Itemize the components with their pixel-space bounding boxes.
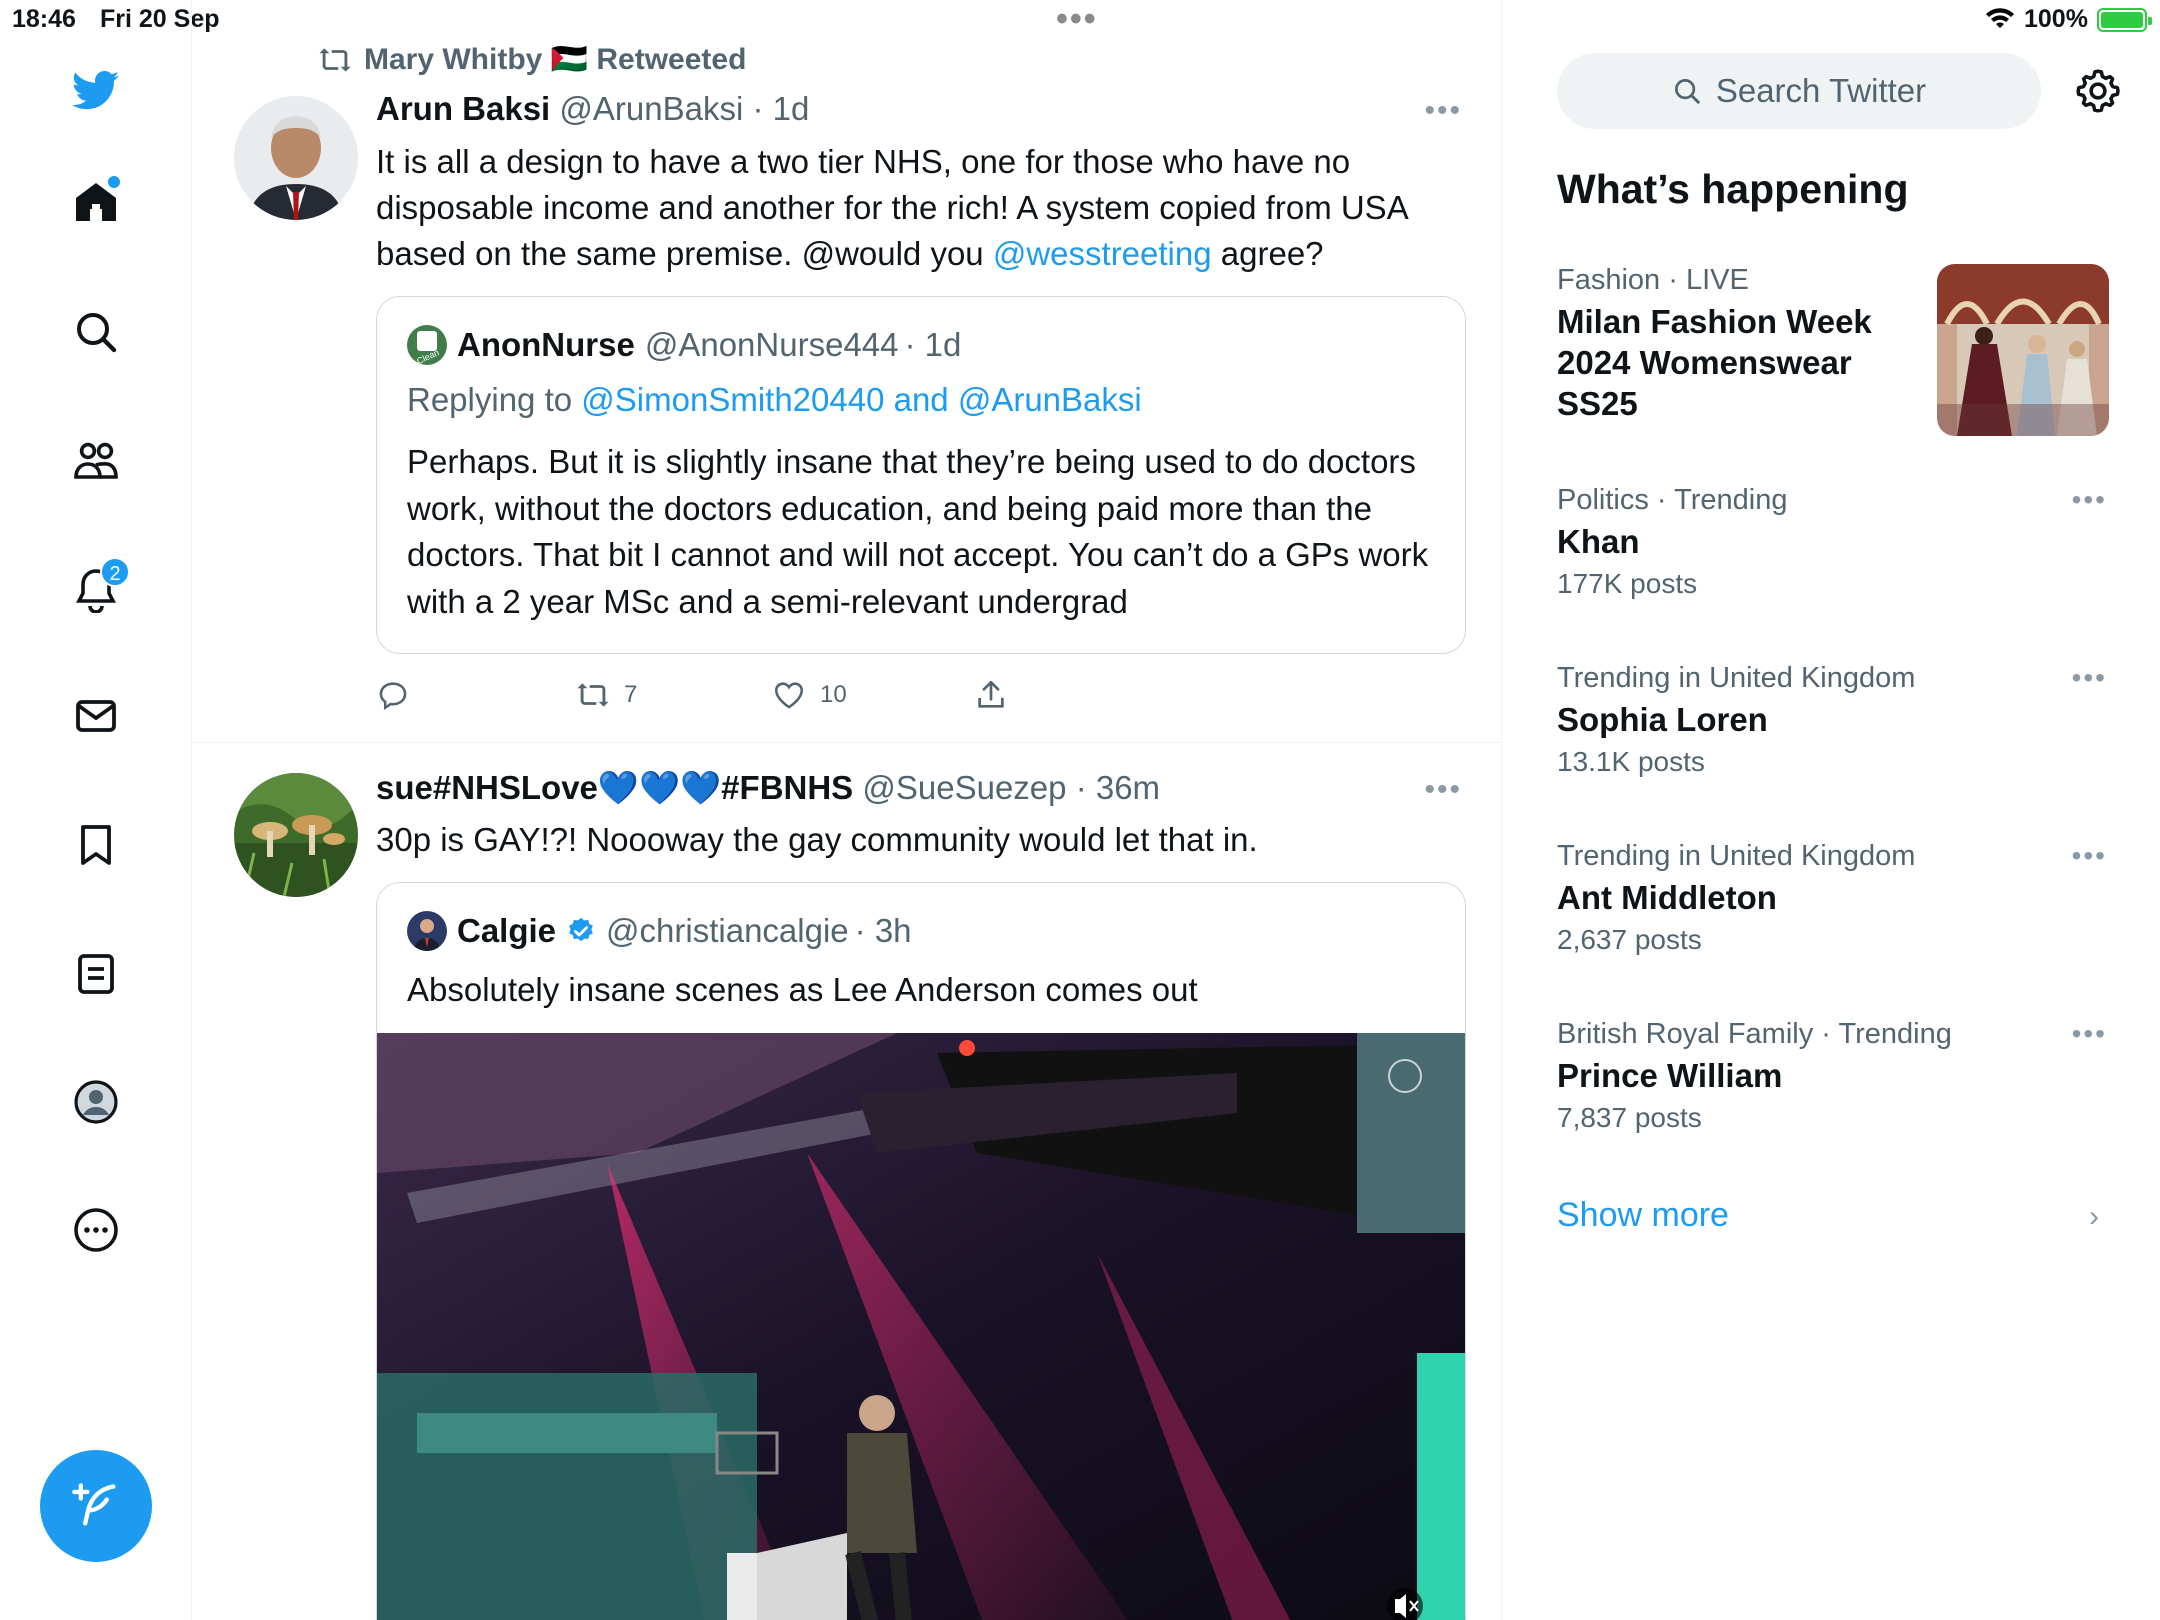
quoted-tweet[interactable]: Calgie @christiancalgie · 3h Absolutely … xyxy=(376,882,1466,1620)
trend-more-icon[interactable]: ••• xyxy=(2072,1018,2107,1050)
trend-thumbnail[interactable] xyxy=(1937,264,2109,436)
video-frame xyxy=(377,1033,1465,1620)
retweet-icon xyxy=(577,683,609,707)
trend-meta: Trending in United Kingdom xyxy=(1557,840,1916,872)
quoted-avatar xyxy=(407,911,447,951)
home-unread-dot xyxy=(108,176,120,188)
tweet-more-icon[interactable]: ••• xyxy=(1424,94,1462,128)
reply-icon xyxy=(379,682,407,711)
trend-count: 13.1K posts xyxy=(1557,746,1705,777)
trend-count: 7,837 posts xyxy=(1557,1102,1702,1133)
like-button[interactable]: 10 xyxy=(772,678,847,712)
right-sidebar: Search Twitter What’s happening Fashion … xyxy=(1503,0,2160,1620)
show-more-link[interactable]: Show more xyxy=(1557,1196,1729,1235)
retweeted-by: Mary Whitby 🇵🇸 Retweeted xyxy=(364,43,747,76)
quoted-author-name: Calgie xyxy=(457,912,557,949)
trend-meta: Politics · Trending xyxy=(1557,484,1788,516)
profile-icon[interactable] xyxy=(68,1074,124,1130)
messages-icon[interactable] xyxy=(68,688,124,744)
replying-to-users[interactable]: @SimonSmith20440 and @ArunBaksi xyxy=(581,381,1141,418)
trend-title: Sophia Loren xyxy=(1557,701,1768,738)
search-icon xyxy=(1674,79,1700,104)
author-handle[interactable]: @ArunBaksi xyxy=(559,90,743,127)
trend-meta: British Royal Family · Trending xyxy=(1557,1018,1952,1050)
avatar[interactable] xyxy=(234,773,358,897)
reply-button[interactable] xyxy=(376,678,410,712)
trend-more-icon[interactable]: ••• xyxy=(2072,840,2107,872)
quoted-tweet[interactable]: Clean AnonNurse @AnonNurse444 · 1d Reply… xyxy=(376,296,1466,654)
tweet-text: It is all a design to have a two tier NH… xyxy=(376,139,1466,277)
twitter-logo-icon[interactable] xyxy=(68,62,124,118)
settings-gear-icon[interactable] xyxy=(2073,66,2123,116)
quoted-author-name: AnonNurse xyxy=(457,326,635,363)
tweet-header: sue#NHSLove💙💙💙#FBNHS @SueSuezep · 36m xyxy=(376,769,1160,808)
timeline[interactable]: Mary Whitby 🇵🇸 Retweeted Arun Baksi @Aru… xyxy=(192,0,1502,1620)
trend-count: 177K posts xyxy=(1557,568,1698,599)
trend-title: Khan xyxy=(1557,523,1640,560)
left-navigation: 2 xyxy=(0,0,192,1620)
trend-more-icon[interactable]: ••• xyxy=(2072,662,2107,694)
search-icon[interactable] xyxy=(68,304,124,360)
trend-title: Prince William xyxy=(1557,1057,1783,1094)
quoted-tweet-text: Absolutely insane scenes as Lee Anderson… xyxy=(407,971,1198,1008)
mention-link[interactable]: @wesstreeting xyxy=(993,235,1212,272)
share-button[interactable] xyxy=(974,678,1008,712)
chevron-right-icon[interactable]: › xyxy=(2089,1200,2099,1234)
author-name[interactable]: Arun Baksi xyxy=(376,90,550,127)
retweet-count: 7 xyxy=(624,681,638,708)
more-options-icon[interactable] xyxy=(68,1202,124,1258)
quoted-author-handle: @AnonNurse444 xyxy=(644,326,899,363)
retweet-button[interactable]: 7 xyxy=(576,678,637,712)
tweet[interactable]: Mary Whitby 🇵🇸 Retweeted Arun Baksi @Aru… xyxy=(192,0,1501,742)
tweet-text: 30p is GAY!?! Noooway the gay community … xyxy=(376,821,1258,858)
trend-title: Milan Fashion Week 2024 Womenswear SS25 xyxy=(1557,303,1872,422)
video-player[interactable] xyxy=(377,1033,1465,1620)
notifications-icon[interactable]: 2 xyxy=(68,557,130,617)
tweet-actions: 7 10 xyxy=(376,672,1176,718)
trend-more-icon[interactable]: ••• xyxy=(2072,484,2107,516)
tweet-text-part: agree? xyxy=(1211,235,1324,272)
trend-item[interactable]: British Royal Family · Trending Prince W… xyxy=(1557,1018,2127,1134)
compose-feather-icon xyxy=(72,1483,116,1526)
notifications-badge: 2 xyxy=(100,557,130,587)
quoted-author-handle: @christiancalgie xyxy=(606,912,849,949)
home-icon[interactable] xyxy=(68,174,124,230)
tweet[interactable]: sue#NHSLove💙💙💙#FBNHS @SueSuezep · 36m ••… xyxy=(192,743,1501,1620)
quoted-tweet-header: Calgie @christiancalgie · 3h xyxy=(407,911,912,951)
compose-tweet-button[interactable] xyxy=(40,1450,152,1562)
tweet-time[interactable]: · 36m xyxy=(1076,769,1160,806)
author-name[interactable]: sue#NHSLove💙💙💙#FBNHS xyxy=(376,769,853,806)
replying-to: Replying to @SimonSmith20440 and @ArunBa… xyxy=(407,381,1142,419)
bookmarks-icon[interactable] xyxy=(68,817,124,873)
trend-count: 2,637 posts xyxy=(1557,924,1702,955)
tweet-more-icon[interactable]: ••• xyxy=(1424,773,1462,807)
quoted-tweet-time: · 3h xyxy=(854,912,912,949)
like-count: 10 xyxy=(820,681,847,708)
quoted-tweet-header: Clean AnonNurse @AnonNurse444 · 1d xyxy=(407,325,961,365)
quoted-tweet-time: · 1d xyxy=(904,326,962,363)
trend-item[interactable]: Trending in United Kingdom Ant Middleton… xyxy=(1557,840,2127,956)
trend-title: Ant Middleton xyxy=(1557,879,1777,916)
avatar[interactable] xyxy=(234,96,358,220)
trend-item[interactable]: Trending in United Kingdom Sophia Loren … xyxy=(1557,662,2127,778)
tweet-time[interactable]: · 1d xyxy=(752,90,809,127)
replying-to-label: Replying to xyxy=(407,381,573,418)
communities-icon[interactable] xyxy=(68,433,124,489)
trend-meta: Trending in United Kingdom xyxy=(1557,662,1916,694)
tweet-header: Arun Baksi @ArunBaksi · 1d xyxy=(376,90,809,128)
lists-icon[interactable] xyxy=(68,946,124,1002)
search-placeholder: Search Twitter xyxy=(1715,72,1927,109)
quoted-tweet-text: Perhaps. But it is slightly insane that … xyxy=(407,443,1429,620)
author-handle[interactable]: @SueSuezep xyxy=(862,769,1066,806)
retweet-context: Mary Whitby 🇵🇸 Retweeted xyxy=(316,42,746,77)
verified-badge-icon xyxy=(569,917,593,942)
share-icon xyxy=(978,680,1004,708)
retweet-icon xyxy=(319,47,351,72)
trend-item[interactable]: Politics · Trending Khan 177K posts ••• xyxy=(1557,484,2127,600)
like-icon xyxy=(774,682,804,709)
search-field[interactable]: Search Twitter xyxy=(1557,53,2041,129)
quoted-avatar: Clean xyxy=(407,325,447,365)
whats-happening-heading: What’s happening xyxy=(1557,166,1909,212)
